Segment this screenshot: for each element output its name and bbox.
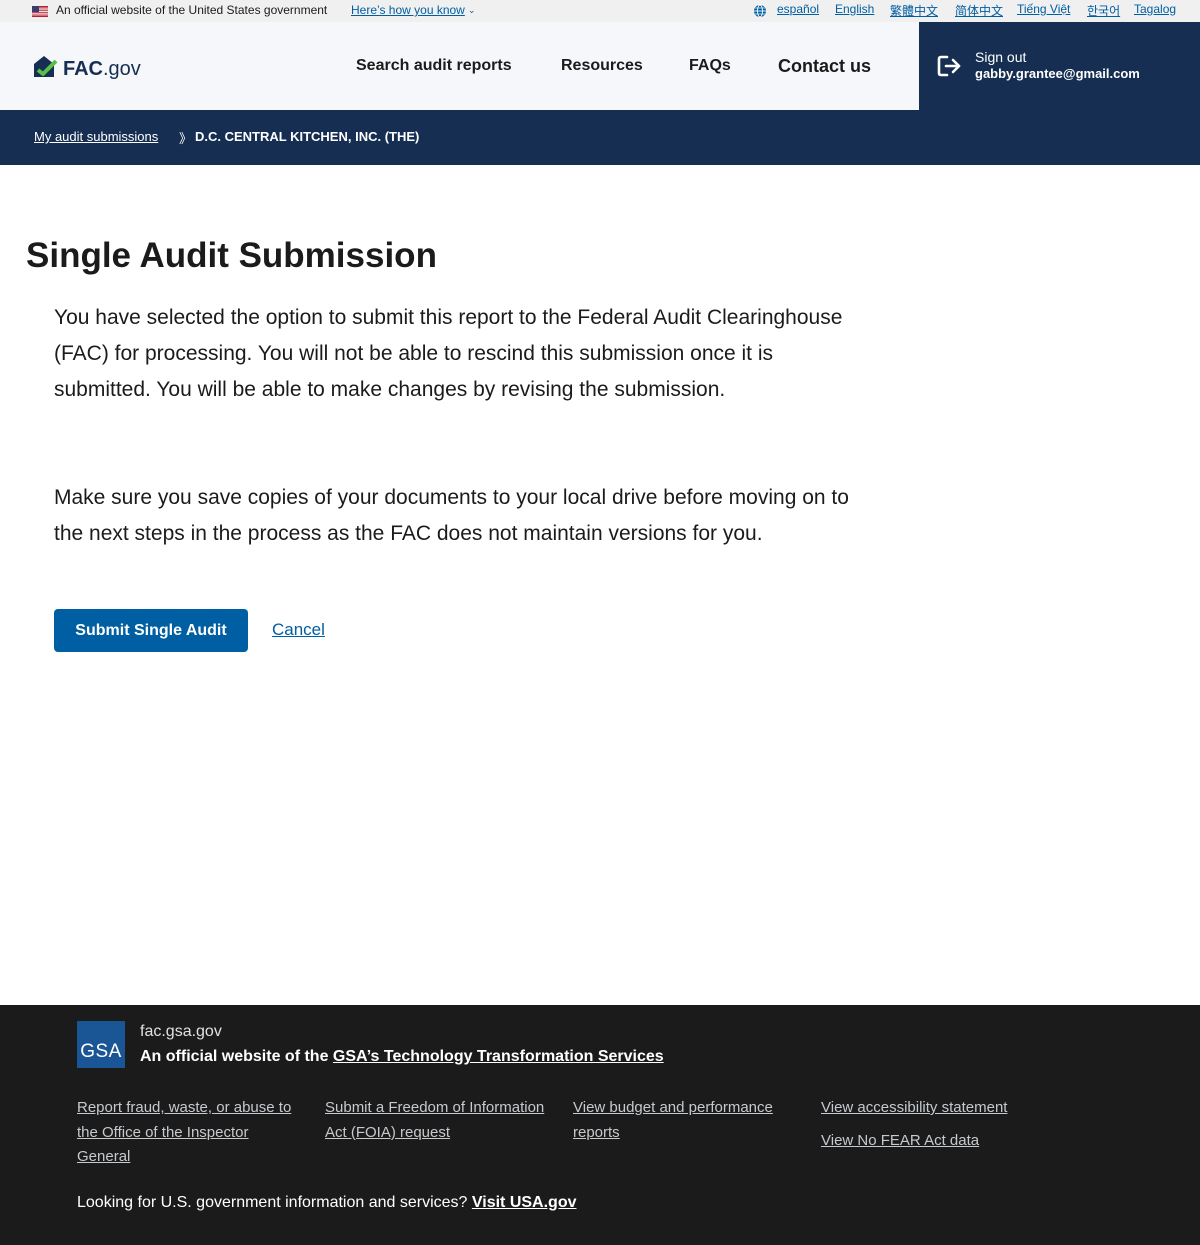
gov-banner: An official website of the United States…: [0, 0, 1200, 22]
how-you-know-label: Here’s how you know: [351, 3, 465, 17]
footer-link-no-fear[interactable]: View No FEAR Act data: [821, 1129, 979, 1154]
lang-link-tagalog[interactable]: Tagalog: [1134, 2, 1176, 16]
chevron-down-icon: ⌄: [467, 5, 476, 15]
logo-text-suffix: .gov: [103, 58, 141, 80]
cancel-link[interactable]: Cancel: [272, 620, 325, 640]
nav-resources[interactable]: Resources: [561, 57, 643, 75]
nav-faqs[interactable]: FAQs: [689, 57, 731, 75]
submission-warning-text: You have selected the option to submit t…: [54, 306, 843, 401]
lang-link-espanol[interactable]: español: [777, 2, 819, 16]
submit-single-audit-button[interactable]: Submit Single Audit: [54, 609, 248, 652]
gov-banner-text: An official website of the United States…: [56, 3, 328, 17]
site-footer: GSA fac.gsa.gov An official website of t…: [0, 1005, 1200, 1245]
nav-contact-us[interactable]: Contact us: [778, 56, 871, 77]
visit-usa-gov-link[interactable]: Visit USA.gov: [472, 1194, 577, 1211]
footer-link-accessibility[interactable]: View accessibility statement: [821, 1096, 1007, 1121]
footer-official-text: An official website of the GSA’s Technol…: [140, 1048, 664, 1066]
breadcrumb-my-audit-submissions[interactable]: My audit submissions: [34, 129, 158, 144]
logo-text-bold: FAC: [63, 58, 103, 80]
sign-out-label: Sign out: [975, 49, 1027, 65]
fac-house-icon: [34, 56, 58, 77]
usa-gov-notice: Looking for U.S. government information …: [77, 1194, 577, 1212]
footer-site-url: fac.gsa.gov: [140, 1023, 222, 1040]
gsa-logo: GSA: [77, 1021, 125, 1068]
lang-link-simplified-chinese[interactable]: 简体中文: [955, 2, 1003, 19]
globe-icon: [754, 4, 766, 18]
site-header: FAC.gov Search audit reports Resources F…: [0, 22, 919, 110]
lang-link-vietnamese[interactable]: Tiếng Việt: [1017, 2, 1070, 16]
sign-out-button[interactable]: Sign out gabby.grantee@gmail.com: [919, 22, 1200, 110]
save-copies-text: Make sure you save copies of your docume…: [54, 486, 849, 545]
lang-link-traditional-chinese[interactable]: 繁體中文: [890, 2, 938, 19]
breadcrumb-separator: 》: [179, 131, 193, 146]
footer-official-prefix: An official website of the: [140, 1048, 333, 1065]
nav-search-audit-reports[interactable]: Search audit reports: [356, 57, 512, 75]
page-title: Single Audit Submission: [26, 236, 437, 275]
footer-link-report-fraud[interactable]: Report fraud, waste, or abuse to the Off…: [77, 1096, 297, 1170]
breadcrumb-current: D.C. CENTRAL KITCHEN, INC. (THE): [195, 129, 420, 144]
how-you-know-toggle[interactable]: Here’s how you know ⌄: [351, 3, 475, 17]
lang-link-english[interactable]: English: [835, 2, 874, 16]
logo-text: FAC.gov: [63, 58, 141, 81]
user-email: gabby.grantee@gmail.com: [975, 66, 1140, 81]
us-flag-icon: [32, 6, 48, 17]
breadcrumb: My audit submissions 》 D.C. CENTRAL KITC…: [0, 110, 1200, 165]
lang-link-korean[interactable]: 한국어: [1087, 2, 1120, 19]
tts-link[interactable]: GSA’s Technology Transformation Services: [333, 1048, 664, 1065]
usa-gov-text: Looking for U.S. government information …: [77, 1194, 472, 1211]
footer-link-budget-performance[interactable]: View budget and performance reports: [573, 1096, 798, 1145]
logout-icon: [937, 55, 961, 77]
footer-link-foia[interactable]: Submit a Freedom of Information Act (FOI…: [325, 1096, 545, 1145]
